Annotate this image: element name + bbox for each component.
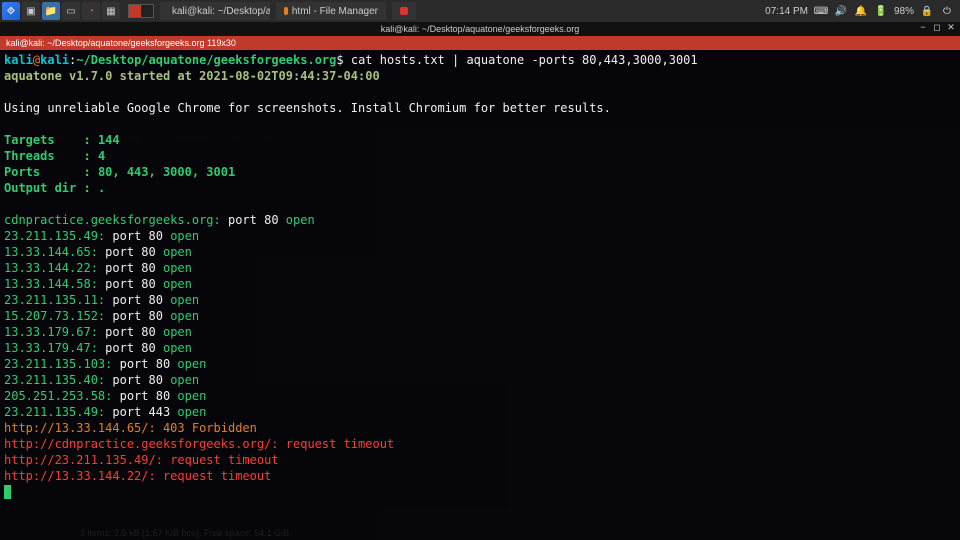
maximize-button[interactable]: ◻ [932,22,942,32]
lock-icon[interactable]: 🔒 [920,4,934,18]
terminal-titlebar[interactable]: kali@kali: ~/Desktop/aquatone/geeksforge… [0,22,960,36]
app-icon[interactable]: ▦ [102,2,120,20]
taskbar-left: ⟐ ▣ 📁 ▭ ◔ ▦ kali@kali: ~/Desktop/aq... h… [0,2,416,20]
workspace-1[interactable] [129,5,141,17]
files-icon[interactable]: ▣ [22,2,40,20]
minimize-button[interactable]: − [918,22,928,32]
terminal-tabbar[interactable]: kali@kali: ~/Desktop/aquatone/geeksforge… [0,36,960,50]
task-color-icon [284,7,288,15]
terminal-cursor [4,485,11,499]
battery-text: 98% [894,6,914,17]
browser-icon[interactable]: ◔ [82,2,100,20]
top-taskbar: ⟐ ▣ 📁 ▭ ◔ ▦ kali@kali: ~/Desktop/aq... h… [0,0,960,22]
battery-icon[interactable]: 🔋 [874,4,888,18]
clock[interactable]: 07:14 PM [765,6,808,17]
workspace-2[interactable] [142,5,154,17]
taskbar-tray: 07:14 PM ⌨ 🔊 🔔 🔋 98% 🔒 ⏻ [765,4,960,18]
power-icon[interactable]: ⏻ [940,4,954,18]
close-button[interactable]: ✕ [946,22,956,32]
terminal-tab[interactable]: kali@kali: ~/Desktop/aquatone/geeksforge… [6,38,236,48]
window-controls: − ◻ ✕ [918,22,956,32]
task-terminal[interactable]: kali@kali: ~/Desktop/aq... [160,2,270,20]
terminal-launcher-icon[interactable]: ▭ [62,2,80,20]
terminal-body[interactable]: kali@kali:~/Desktop/aquatone/geeksforgee… [0,50,960,540]
notifications-icon[interactable]: 🔔 [854,4,868,18]
task-color-icon [400,7,408,15]
task-filemanager[interactable]: html - File Manager [276,2,386,20]
keyboard-icon[interactable]: ⌨ [814,4,828,18]
task-other[interactable] [392,2,416,20]
filemanager-statusbar: 3 items: 2.5 kB (1.57 KiB hex). Free spa… [80,528,289,538]
volume-icon[interactable]: 🔊 [834,4,848,18]
task-label: html - File Manager [292,6,378,17]
task-label: kali@kali: ~/Desktop/aq... [172,6,270,17]
workspace-switcher[interactable] [128,4,154,18]
terminal-title: kali@kali: ~/Desktop/aquatone/geeksforge… [381,24,580,34]
kali-menu-icon[interactable]: ⟐ [2,2,20,20]
folder-icon[interactable]: 📁 [42,2,60,20]
terminal-window: kali@kali: ~/Desktop/aquatone/geeksforge… [0,22,960,540]
